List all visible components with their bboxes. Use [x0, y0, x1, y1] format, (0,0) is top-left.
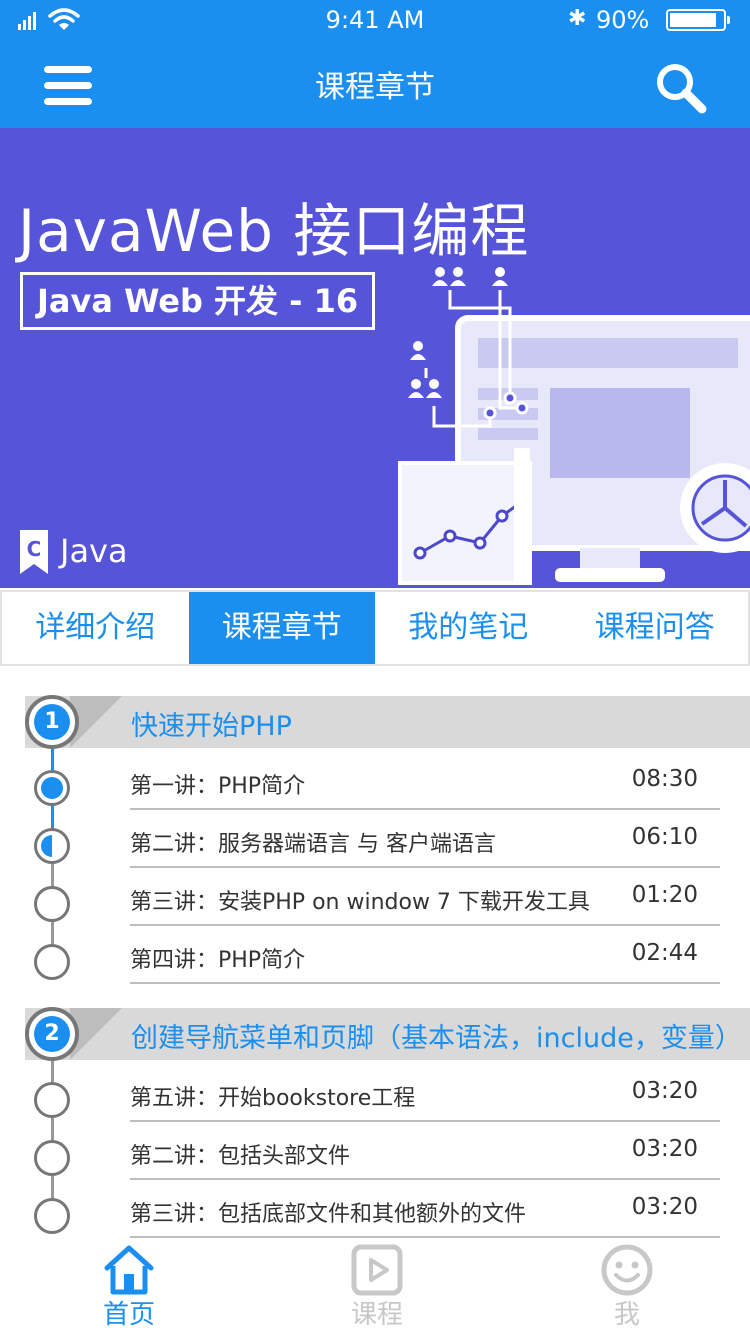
section-number-badge: 2	[25, 1007, 79, 1061]
lesson-status-dot[interactable]	[34, 1082, 70, 1118]
lesson-name: 第五讲：开始bookstore工程	[130, 1086, 416, 1111]
nav-label: 课程	[350, 1300, 403, 1330]
section-number: 2	[34, 1016, 70, 1052]
lesson-status-dot[interactable]	[34, 1140, 70, 1176]
lesson-status-dot[interactable]	[34, 770, 70, 806]
app-header: 9:41 AM ✱ 90% 课程章节	[0, 0, 750, 128]
smiley-icon	[601, 1244, 653, 1296]
lesson-duration: 06:10	[631, 824, 698, 850]
svg-text:C: C	[27, 537, 42, 561]
nav-home[interactable]: 首页	[54, 1240, 204, 1334]
computer-illustration	[398, 267, 750, 585]
lesson-status-dot[interactable]	[34, 944, 70, 980]
section-title: 快速开始PHP	[131, 711, 292, 742]
section-header[interactable]: 快速开始PHP	[25, 696, 750, 748]
battery-icon	[666, 9, 730, 31]
lesson-status-dot[interactable]	[34, 1198, 70, 1234]
home-icon	[104, 1245, 154, 1295]
search-icon[interactable]	[654, 62, 708, 114]
lesson-name: 第一讲：PHP简介	[130, 774, 306, 799]
status-bar: 9:41 AM ✱ 90%	[0, 0, 750, 40]
battery-percent: 90%	[596, 6, 650, 34]
lesson-duration: 03:20	[631, 1136, 698, 1162]
banner-brand: Java	[60, 532, 128, 570]
section-number: 1	[34, 704, 70, 740]
bottom-nav: 首页 课程 我	[0, 1240, 750, 1334]
page-title: 课程章节	[315, 70, 435, 105]
course-banner: JavaWeb 接口编程 Java Web 开发 - 16 C Java	[0, 128, 750, 588]
menu-button[interactable]	[44, 66, 92, 106]
section-header[interactable]: 创建导航菜单和页脚（基本语法，include，变量）	[25, 1008, 750, 1060]
lesson-duration: 02:44	[631, 940, 698, 966]
banner-badge: Java Web 开发 - 16	[20, 272, 375, 330]
lesson-name: 第二讲：包括头部文件	[130, 1144, 351, 1169]
nav-courses[interactable]: 课程	[302, 1240, 452, 1334]
chapter-list: 快速开始PHP 1 第一讲：PHP简介 08:30 第二讲：服务器端语言 与 客…	[0, 666, 750, 1240]
banner-title: JavaWeb 接口编程	[18, 197, 530, 265]
nav-label: 我	[613, 1300, 640, 1330]
lesson-row[interactable]: 第四讲：PHP简介 02:44	[130, 926, 720, 984]
nav-me[interactable]: 我	[552, 1240, 702, 1334]
lesson-name: 第四讲：PHP简介	[130, 948, 306, 973]
tab-details[interactable]: 详细介绍	[2, 592, 189, 664]
lesson-name: 第三讲：包括底部文件和其他额外的文件	[130, 1202, 527, 1227]
section-title: 创建导航菜单和页脚（基本语法，include，变量）	[131, 1023, 742, 1054]
play-icon	[351, 1244, 403, 1296]
lesson-row[interactable]: 第三讲：安装PHP on window 7 下载开发工具 01:20	[130, 868, 720, 926]
section-number-badge: 1	[25, 695, 79, 749]
lesson-status-dot[interactable]	[34, 886, 70, 922]
course-tabs: 详细介绍 课程章节 我的笔记 课程问答	[0, 590, 750, 666]
lesson-name: 第二讲：服务器端语言 与 客户端语言	[130, 832, 496, 857]
lesson-duration: 08:30	[631, 766, 698, 792]
lesson-row[interactable]: 第二讲：包括头部文件 03:20	[130, 1122, 720, 1180]
lesson-duration: 03:20	[631, 1078, 698, 1104]
lesson-row[interactable]: 第二讲：服务器端语言 与 客户端语言 06:10	[130, 810, 720, 868]
tab-chapters[interactable]: 课程章节	[188, 592, 375, 664]
lesson-name: 第三讲：安装PHP on window 7 下载开发工具	[130, 890, 590, 915]
lesson-row[interactable]: 第三讲：包括底部文件和其他额外的文件 03:20	[130, 1180, 720, 1238]
bookmark-logo-icon: C	[20, 530, 48, 574]
tab-notes[interactable]: 我的笔记	[375, 592, 562, 664]
lesson-row[interactable]: 第一讲：PHP简介 08:30	[130, 752, 720, 810]
bluetooth-icon: ✱	[568, 6, 587, 31]
tab-qa[interactable]: 课程问答	[562, 592, 749, 664]
lesson-status-dot[interactable]	[34, 828, 70, 864]
nav-label: 首页	[102, 1300, 155, 1330]
lesson-duration: 01:20	[631, 882, 698, 908]
lesson-duration: 03:20	[631, 1194, 698, 1220]
lesson-row[interactable]: 第五讲：开始bookstore工程 03:20	[130, 1064, 720, 1122]
